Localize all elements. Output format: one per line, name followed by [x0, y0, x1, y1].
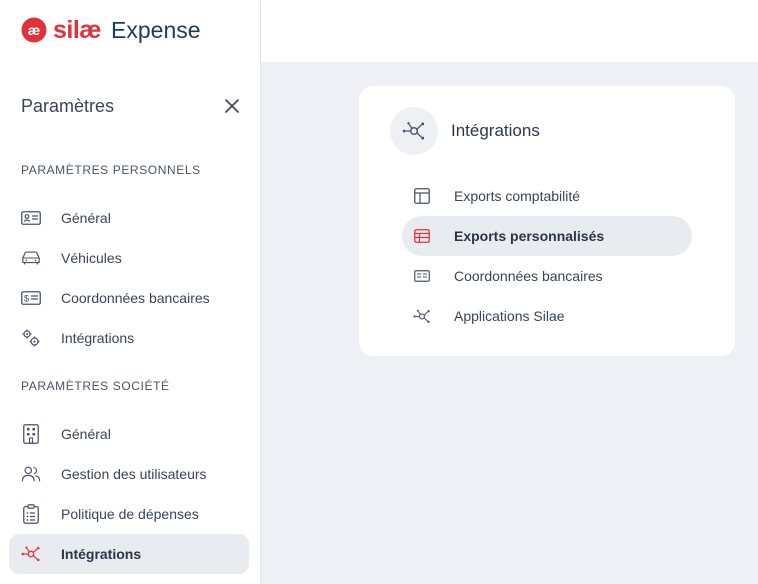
- svg-text:æ: æ: [28, 22, 40, 38]
- sidebar-item-label: Général: [61, 210, 111, 226]
- integrations-card: Intégrations Exports comptabilité Export…: [359, 86, 735, 356]
- sidebar-item-personal-integrations[interactable]: Intégrations: [9, 318, 249, 358]
- card-title: Intégrations: [451, 121, 540, 140]
- card-item-label: Applications Silae: [454, 308, 565, 324]
- bank-card-icon: [413, 267, 431, 285]
- card-item-label: Exports comptabilité: [454, 188, 581, 204]
- network-icon: [21, 544, 41, 564]
- users-icon: [21, 464, 41, 484]
- top-bar: [261, 0, 758, 62]
- app-logo[interactable]: æ silæ Expense: [21, 14, 201, 46]
- card-item-label: Exports personnalisés: [454, 228, 605, 244]
- id-card-icon: [21, 208, 41, 228]
- sidebar-item-company-integrations[interactable]: Intégrations: [9, 534, 249, 574]
- gears-icon: [21, 328, 41, 348]
- car-icon: [21, 248, 41, 268]
- sidebar-item-label: Général: [61, 426, 111, 442]
- sidebar-item-label: Véhicules: [61, 250, 122, 266]
- close-icon[interactable]: [221, 95, 243, 117]
- layout-icon: [413, 187, 431, 205]
- card-item-accounting-exports[interactable]: Exports comptabilité: [402, 176, 692, 216]
- sidebar-item-users[interactable]: Gestion des utilisateurs: [9, 454, 249, 494]
- silae-logo-icon: æ: [21, 17, 47, 43]
- sidebar-item-company-general[interactable]: Général: [9, 414, 249, 454]
- network-icon: [413, 307, 431, 325]
- sidebar: æ silæ Expense Paramètres PARAMÈTRES PER…: [0, 0, 261, 584]
- brand-word: silæ: [53, 15, 102, 44]
- card-item-silae-apps[interactable]: Applications Silae: [402, 296, 692, 336]
- section-label-company: PARAMÈTRES SOCIÉTÉ: [21, 379, 170, 393]
- sidebar-item-label: Politique de dépenses: [61, 506, 199, 522]
- bank-card-icon: $: [21, 288, 41, 308]
- svg-text:$: $: [24, 294, 29, 304]
- building-icon: [21, 424, 41, 444]
- sidebar-item-vehicles[interactable]: Véhicules: [9, 238, 249, 278]
- network-icon: [390, 107, 438, 155]
- sidebar-header: Paramètres: [21, 92, 243, 120]
- section-label-personal: PARAMÈTRES PERSONNELS: [21, 163, 201, 177]
- card-header: Intégrations: [390, 107, 540, 155]
- clipboard-icon: [21, 504, 41, 524]
- sidebar-item-label: Coordonnées bancaires: [61, 290, 210, 306]
- card-item-label: Coordonnées bancaires: [454, 268, 603, 284]
- sidebar-item-label: Intégrations: [61, 330, 135, 346]
- sidebar-item-bank-details[interactable]: $ Coordonnées bancaires: [9, 278, 249, 318]
- card-item-bank-details[interactable]: Coordonnées bancaires: [402, 256, 692, 296]
- table-icon: [413, 227, 431, 245]
- brand-product: Expense: [111, 16, 201, 43]
- sidebar-item-personal-general[interactable]: Général: [9, 198, 249, 238]
- sidebar-item-label: Gestion des utilisateurs: [61, 466, 207, 482]
- sidebar-item-expense-policy[interactable]: Politique de dépenses: [9, 494, 249, 534]
- sidebar-title: Paramètres: [21, 95, 115, 116]
- main-content: Intégrations Exports comptabilité Export…: [261, 62, 758, 584]
- sidebar-item-label: Intégrations: [61, 546, 142, 562]
- card-item-custom-exports[interactable]: Exports personnalisés: [402, 216, 692, 256]
